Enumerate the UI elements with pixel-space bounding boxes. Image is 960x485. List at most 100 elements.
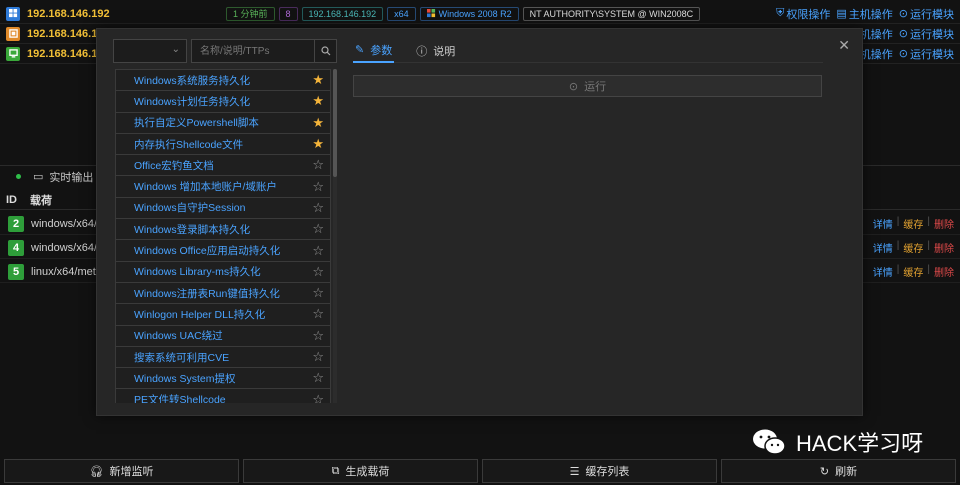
refresh-icon: ↻ (819, 465, 830, 478)
search-input[interactable] (192, 40, 314, 62)
detail-link[interactable]: 详情 (873, 264, 893, 279)
star-icon[interactable]: ☆ (312, 243, 324, 259)
row-ops: 详情 | 缓存 | 删除 (873, 240, 954, 255)
session-ip: 192.168.146.13 (27, 27, 104, 40)
module-item[interactable]: Windows自守护Session ☆ (115, 196, 331, 219)
session-row[interactable]: 192.168.146.192 1 分钟前 8 192.168.146.192 … (0, 4, 960, 24)
star-icon[interactable]: ☆ (312, 179, 324, 195)
module-item[interactable]: Windows System提权 ☆ (115, 367, 331, 389)
arch-tag: x64 (387, 6, 416, 21)
windows-icon (6, 6, 20, 21)
star-icon[interactable]: ☆ (312, 285, 324, 301)
tab-params[interactable]: ✎ 参数 (353, 39, 395, 63)
search-button[interactable] (314, 40, 336, 62)
generate-payload-button[interactable]: ⧉ 生成载荷 (243, 459, 478, 483)
module-item[interactable]: PE文件转Shellcode ☆ (115, 388, 331, 403)
module-dialog: ✕ ⌄ Windows系统服务持久化★Windows计划任务持久化★执行自定义P… (96, 28, 863, 416)
windows-flag-icon (426, 9, 435, 18)
scrollbar-thumb[interactable] (333, 69, 337, 177)
module-item[interactable]: 执行自定义Powershell脚本 ★ (115, 111, 331, 133)
cache-link[interactable]: 缓存 (903, 240, 923, 255)
monitor-icon (6, 46, 20, 61)
star-icon[interactable]: ☆ (312, 157, 324, 173)
delete-link[interactable]: 删除 (934, 264, 954, 279)
module-item[interactable]: Windows系统服务持久化 ★ (115, 69, 331, 91)
module-item[interactable]: 内存执行Shellcode文件 ★ (115, 132, 331, 155)
privilege-ops-button[interactable]: ⛨ 权限操作 (776, 6, 830, 22)
detail-tabs: ✎ 参数 ⓘ 说明 (353, 39, 823, 63)
module-name: Windows Library-ms持久化 (134, 266, 261, 279)
tab-description-label: 说明 (433, 45, 456, 58)
module-list: Windows系统服务持久化 ★ Windows计划任务持久化 ★ 执行自定义Power… (115, 69, 331, 403)
host-ops-button[interactable]: ▤ 主机操作 (836, 6, 892, 22)
host-ip-tag: 192.168.146.192 (301, 6, 384, 21)
host-ops-button[interactable]: 机操作 (860, 46, 893, 62)
search-box (191, 39, 337, 63)
tab-description[interactable]: ⓘ 说明 (414, 39, 457, 63)
refresh-button[interactable]: ↻ 刷新 (721, 459, 956, 483)
module-item[interactable]: Windows注册表Run键值持久化 ☆ (115, 281, 331, 304)
run-module-button[interactable]: ⊙ 运行模块 (899, 26, 954, 42)
cache-list-button[interactable]: ☰ 缓存列表 (482, 459, 717, 483)
star-icon[interactable]: ☆ (312, 392, 324, 403)
star-icon[interactable]: ☆ (312, 306, 324, 322)
scrollbar[interactable] (333, 69, 337, 403)
row-payload: windows/x64/n (31, 217, 104, 230)
star-icon[interactable]: ☆ (312, 370, 324, 386)
star-icon[interactable]: ☆ (312, 221, 324, 237)
star-icon[interactable]: ☆ (312, 349, 324, 365)
run-button[interactable]: ⊙ 运行 (353, 75, 822, 97)
module-item[interactable]: Windows 增加本地账户/域账户 ☆ (115, 175, 331, 197)
header-id: ID (6, 193, 17, 206)
realtime-output-label: 实时输出 (49, 171, 94, 184)
module-item[interactable]: Windows计划任务持久化 ★ (115, 90, 331, 112)
star-icon[interactable]: ☆ (312, 200, 324, 216)
module-item[interactable]: Windows Office应用启动持久化 ☆ (115, 239, 331, 261)
module-name: Windows登录脚本持久化 (134, 223, 251, 236)
module-item[interactable]: Office宏钓鱼文档 ☆ (115, 154, 331, 176)
category-select[interactable]: ⌄ (113, 39, 187, 63)
module-detail-pane: ✎ 参数 ⓘ 说明 ⊙ 运行 (353, 39, 823, 409)
star-icon[interactable]: ★ (312, 136, 324, 152)
detail-link[interactable]: 详情 (873, 216, 893, 231)
os-label: Windows 2008 R2 (438, 8, 512, 19)
module-item[interactable]: 搜索系统可利用CVE ☆ (115, 345, 331, 368)
run-module-label: 运行模块 (910, 28, 954, 41)
module-item[interactable]: Windows Library-ms持久化 ☆ (115, 260, 331, 282)
module-item[interactable]: Windows UAC绕过 ☆ (115, 324, 331, 346)
star-icon[interactable]: ☆ (312, 264, 324, 280)
cache-list-label: 缓存列表 (585, 466, 630, 478)
module-item[interactable]: Windows登录脚本持久化 ☆ (115, 218, 331, 240)
module-name: Windows System提权 (134, 372, 236, 385)
detail-link[interactable]: 详情 (873, 240, 893, 255)
divider: | (927, 264, 930, 275)
play-icon: ⊙ (898, 8, 908, 20)
star-icon[interactable]: ★ (312, 72, 324, 88)
add-listener-button[interactable]: 🎧︎ 新增监听 (4, 459, 239, 483)
cache-link[interactable]: 缓存 (903, 216, 923, 231)
module-name: Winlogon Helper DLL持久化 (134, 308, 266, 321)
chevron-down-icon: ⌄ (171, 44, 180, 55)
close-icon[interactable]: ✕ (838, 37, 850, 54)
star-icon[interactable]: ★ (312, 115, 324, 131)
session-tags: 1 分钟前 8 192.168.146.192 x64 Windows 2008… (226, 6, 701, 21)
run-module-button[interactable]: ⊙ 运行模块 (899, 46, 954, 62)
row-id: 4 (8, 239, 24, 256)
host-ops-button[interactable]: 机操作 (860, 26, 893, 42)
star-icon[interactable]: ☆ (312, 328, 324, 344)
module-name: 搜索系统可利用CVE (134, 351, 230, 364)
terminal-icon: ▭ (33, 171, 44, 183)
star-icon[interactable]: ★ (312, 93, 324, 109)
generate-payload-label: 生成载荷 (345, 466, 390, 478)
cache-link[interactable]: 缓存 (903, 264, 923, 279)
session-ip: 192.168.146.192 (27, 7, 110, 20)
realtime-output-tab[interactable]: ▭ 实时输出 (33, 169, 93, 185)
server-icon: ▤ (836, 8, 847, 20)
module-name: Windows Office应用启动持久化 (134, 245, 281, 258)
delete-link[interactable]: 删除 (934, 240, 954, 255)
module-item[interactable]: Winlogon Helper DLL持久化 ☆ (115, 303, 331, 325)
tab-params-label: 参数 (370, 44, 393, 57)
delete-link[interactable]: 删除 (934, 216, 954, 231)
run-module-button[interactable]: ⊙ 运行模块 (899, 6, 954, 22)
module-name: Windows UAC绕过 (134, 330, 223, 343)
